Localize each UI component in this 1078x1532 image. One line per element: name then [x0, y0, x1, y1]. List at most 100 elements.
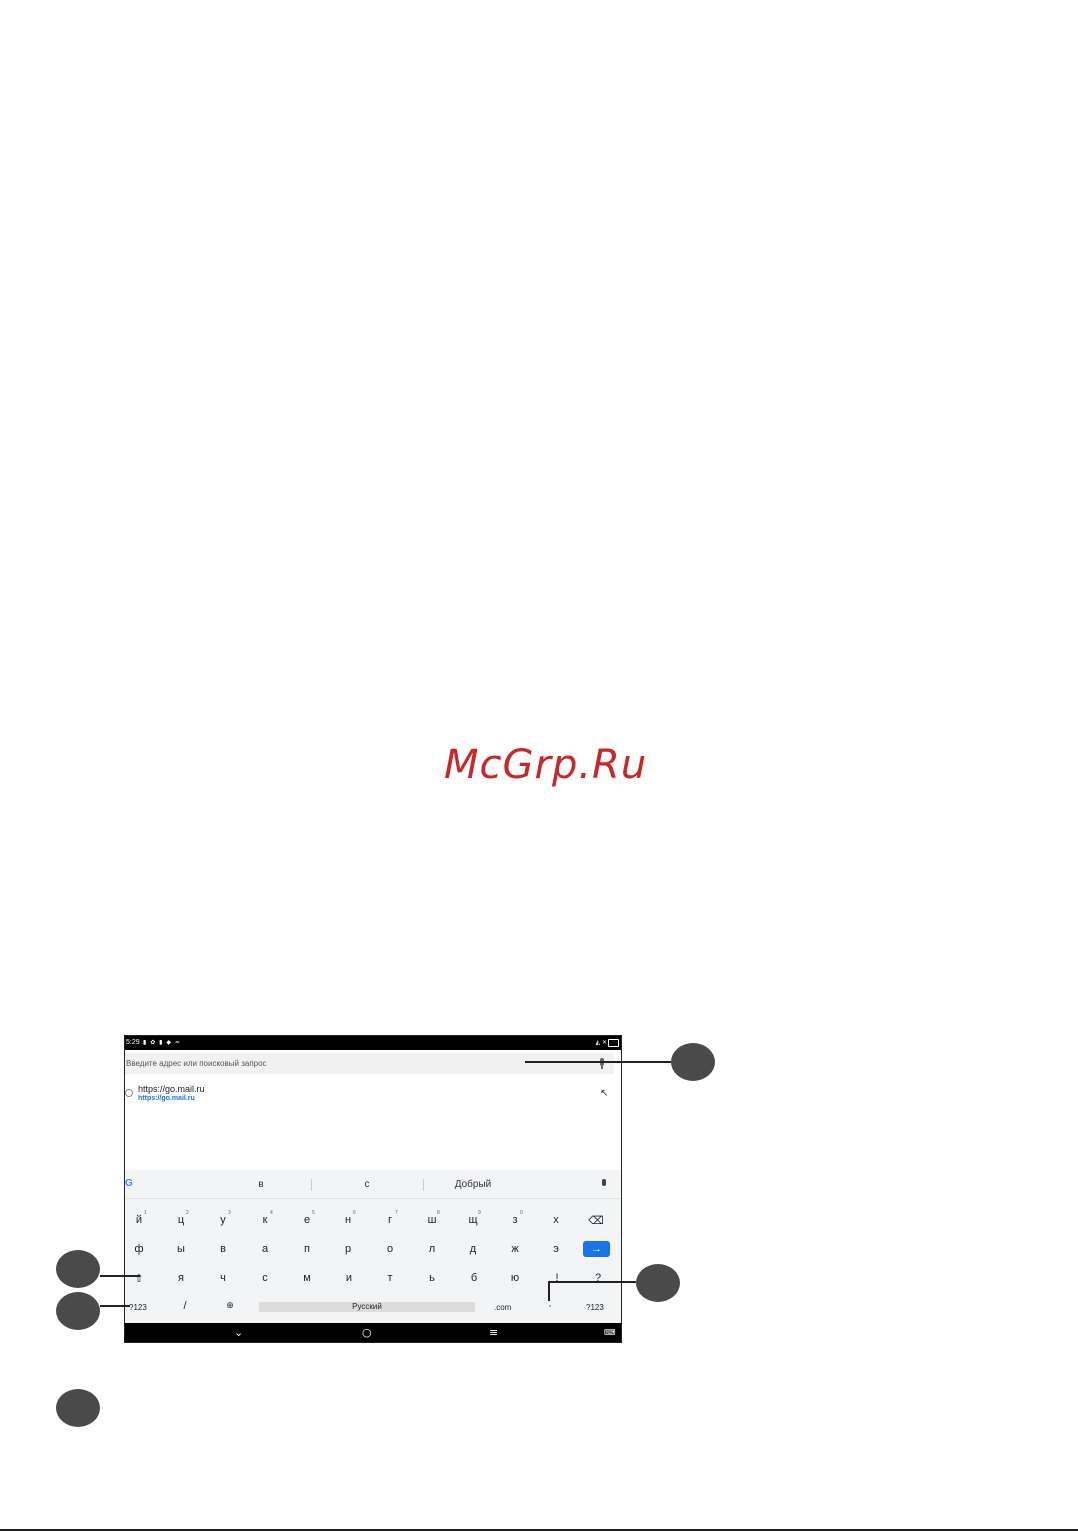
key-label: й	[135, 1214, 143, 1226]
key-label: о	[386, 1243, 394, 1255]
watermark: McGrp.Ru	[444, 742, 648, 788]
callout-line	[525, 1061, 671, 1063]
keyboard: G в с Добрый й1ц2у3к4е5н6г7ш8щ9з0х ⌫ фыв…	[125, 1170, 621, 1323]
key-label: у	[220, 1214, 226, 1226]
dotcom-key[interactable]: .com	[494, 1303, 511, 1312]
key-label: т	[387, 1272, 393, 1284]
key-label: ц	[177, 1214, 185, 1226]
letter-key[interactable]: э	[546, 1243, 566, 1255]
callout-circle	[671, 1043, 715, 1081]
letter-key[interactable]: г7	[380, 1210, 400, 1226]
letter-key[interactable]: р	[338, 1243, 358, 1255]
key-label: с	[262, 1272, 268, 1284]
callout-circle	[56, 1250, 100, 1288]
divider	[423, 1179, 424, 1191]
kb-suggestion[interactable]: Добрый	[443, 1179, 503, 1190]
slash-key[interactable]: /	[175, 1300, 195, 1312]
key-hint-number: 7	[395, 1210, 398, 1216]
letter-key[interactable]: ю	[505, 1272, 525, 1284]
symbols-key[interactable]: ?123	[586, 1303, 604, 1312]
voice-input-icon[interactable]	[602, 1179, 606, 1186]
key-label: п	[304, 1243, 310, 1255]
enter-key[interactable]: →	[583, 1241, 610, 1257]
bottom-rule	[0, 1529, 1078, 1531]
key-label: г	[387, 1214, 392, 1226]
key-label: ч	[220, 1272, 226, 1284]
letter-key[interactable]: ы	[171, 1243, 191, 1255]
keyboard-suggestion-bar: G в с Добрый	[125, 1170, 621, 1199]
back-icon[interactable]: ⌄	[234, 1326, 243, 1339]
letter-key[interactable]: м	[297, 1272, 317, 1284]
letter-key[interactable]: н6	[338, 1210, 358, 1226]
letter-key[interactable]: й1	[129, 1210, 149, 1226]
space-key[interactable]: Русский	[259, 1302, 475, 1312]
battery-icon	[608, 1039, 619, 1047]
callout-circle	[56, 1389, 100, 1427]
status-bar: 5:29 ▮ ✿ ▮ ◆ ≈ ◭ ✕	[125, 1036, 621, 1050]
callout-line	[548, 1281, 550, 1301]
recents-icon[interactable]: ≡	[489, 1326, 498, 1339]
letter-key[interactable]: ш8	[422, 1210, 442, 1226]
shift-key[interactable]: ⇧	[129, 1272, 149, 1285]
letter-key[interactable]: т	[380, 1272, 400, 1284]
keyboard-icon[interactable]: ⌨	[604, 1328, 616, 1337]
letter-key[interactable]: о	[380, 1243, 400, 1255]
key-label: м	[303, 1272, 311, 1284]
key-hint-number: 6	[353, 1210, 356, 1216]
letter-key[interactable]: х	[546, 1214, 566, 1226]
letter-key[interactable]: и	[339, 1272, 359, 1284]
key-hint-number: 9	[478, 1210, 481, 1216]
letter-key[interactable]: щ9	[463, 1210, 483, 1226]
symbols-key[interactable]: ?123	[129, 1303, 147, 1312]
key-hint-number: 2	[186, 1210, 189, 1216]
key-label: р	[344, 1243, 352, 1255]
letter-key[interactable]: п	[297, 1243, 317, 1255]
callout-line	[548, 1281, 636, 1283]
letter-key[interactable]: у3	[213, 1210, 233, 1226]
letter-key[interactable]: з0	[505, 1210, 525, 1226]
key-hint-number: 3	[228, 1210, 231, 1216]
letter-key[interactable]: в	[213, 1243, 233, 1255]
letter-key[interactable]: ц2	[171, 1210, 191, 1226]
status-time: 5:29	[126, 1039, 140, 1046]
divider	[311, 1179, 312, 1191]
letter-key[interactable]: д	[463, 1243, 483, 1255]
key-label: и	[345, 1272, 353, 1284]
key-label: е	[303, 1214, 311, 1226]
key-label: н	[344, 1214, 352, 1226]
key-label: л	[428, 1243, 436, 1255]
key-label: ж	[511, 1243, 519, 1255]
url-suggestion[interactable]: https://go.mail.ru https://go.mail.ru ↖	[125, 1082, 621, 1112]
insert-arrow-icon[interactable]: ↖	[600, 1088, 608, 1099]
letter-key[interactable]: с	[255, 1272, 275, 1284]
google-icon[interactable]: G	[125, 1178, 133, 1189]
letter-key[interactable]: б	[464, 1272, 484, 1284]
letter-key[interactable]: к4	[255, 1210, 275, 1226]
letter-key[interactable]: ч	[213, 1272, 233, 1284]
letter-key[interactable]: л	[422, 1243, 442, 1255]
kb-suggestion[interactable]: с	[357, 1179, 377, 1190]
key-label: щ	[468, 1214, 478, 1226]
language-globe-icon[interactable]: ⊕	[220, 1300, 240, 1311]
letter-key[interactable]: е5	[297, 1210, 317, 1226]
letter-key[interactable]: а	[255, 1243, 275, 1255]
address-placeholder: Введите адрес или поисковый запрос	[126, 1059, 267, 1068]
letter-key[interactable]: ж	[505, 1243, 525, 1255]
key-hint-number: 5	[312, 1210, 315, 1216]
period-key[interactable]: ·	[540, 1300, 560, 1312]
key-label: з	[512, 1214, 518, 1226]
letter-key[interactable]: ь	[422, 1272, 442, 1284]
key-hint-number: 4	[270, 1210, 273, 1216]
letter-key[interactable]: ф	[129, 1243, 149, 1255]
key-hint-number: 0	[520, 1210, 523, 1216]
status-left-icons: ▮ ✿ ▮ ◆ ≈	[143, 1039, 181, 1046]
kb-suggestion[interactable]: в	[251, 1179, 271, 1190]
address-bar[interactable]: Введите адрес или поисковый запрос	[125, 1053, 614, 1074]
home-icon[interactable]: ○	[362, 1326, 372, 1339]
key-hint-number: 8	[437, 1210, 440, 1216]
key-label: к	[262, 1214, 268, 1226]
key-label: х	[553, 1214, 559, 1226]
letter-key[interactable]: я	[171, 1272, 191, 1284]
suggestion-title: https://go.mail.ru	[138, 1084, 205, 1094]
backspace-key[interactable]: ⌫	[586, 1214, 606, 1227]
